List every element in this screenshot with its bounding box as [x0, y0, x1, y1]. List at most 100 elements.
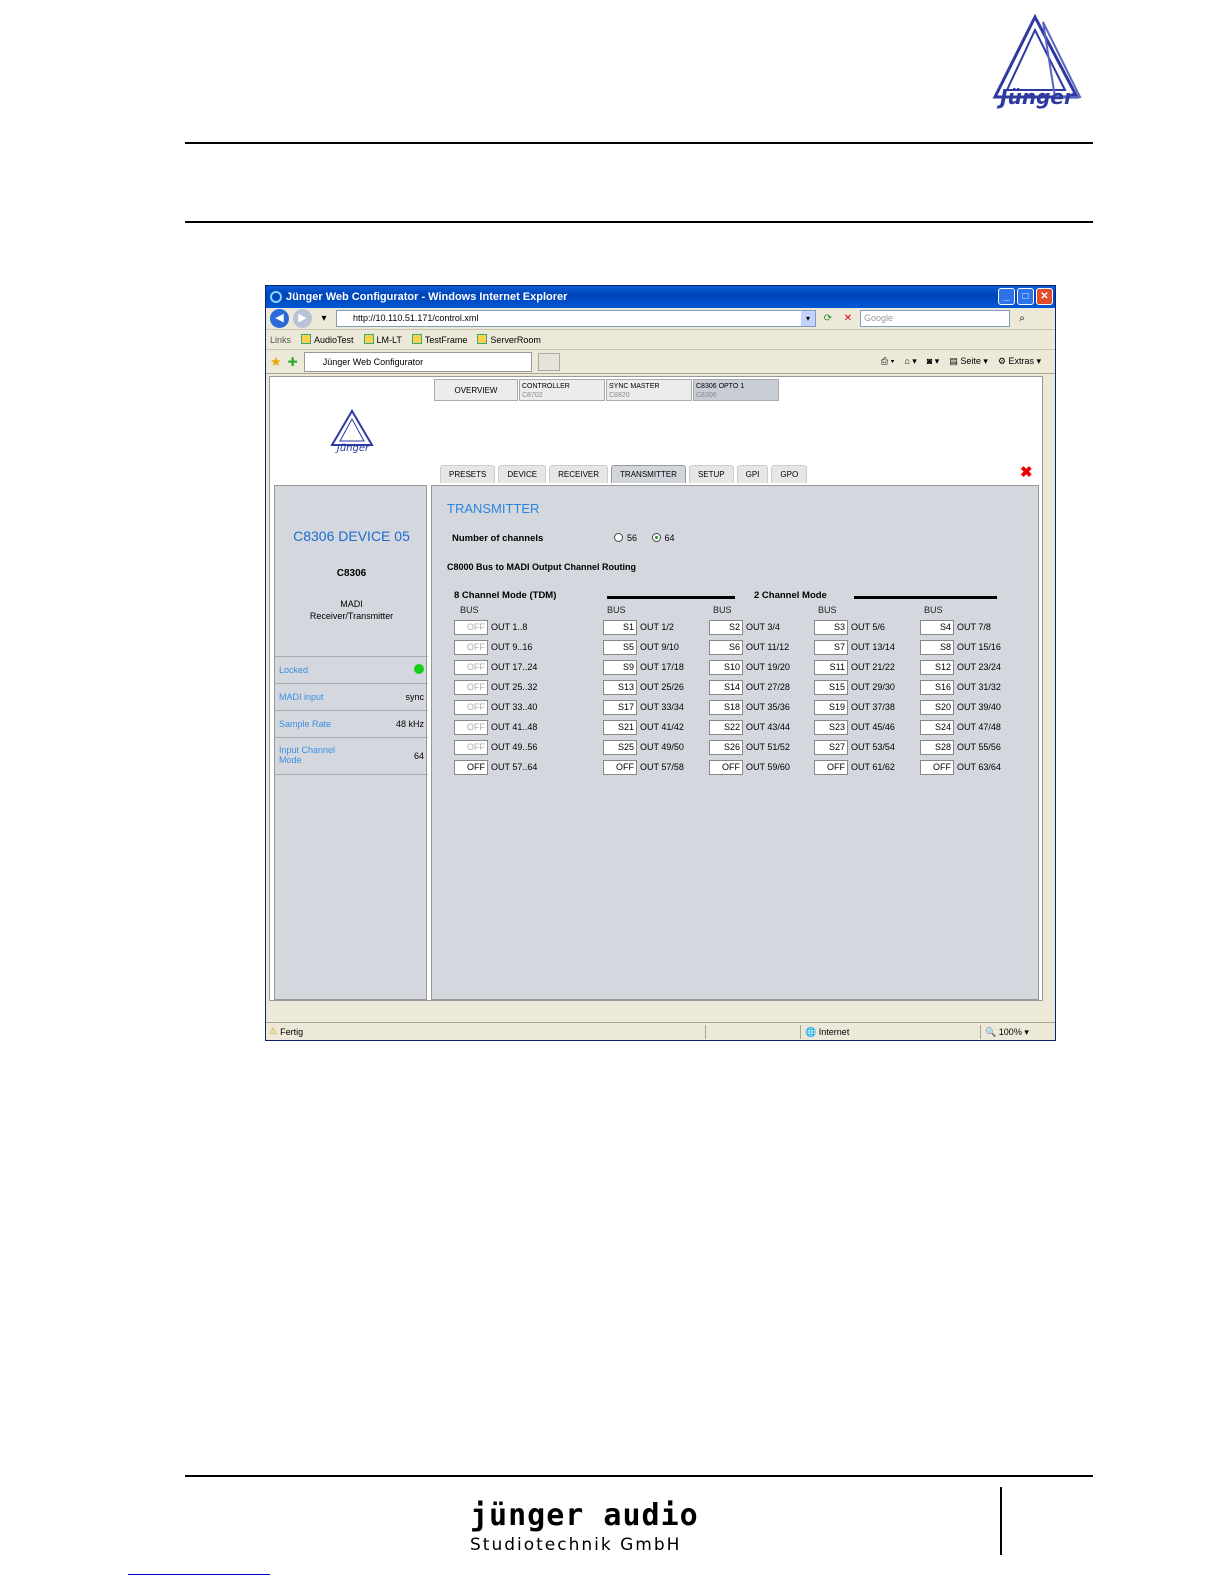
radio-56[interactable]: 56 [614, 533, 637, 543]
refresh-icon[interactable]: ⟳ [820, 311, 836, 327]
bus-select[interactable]: S17 [603, 700, 637, 715]
page-menu[interactable]: ▤ Seite ▾ [949, 356, 988, 367]
tab-gpi[interactable]: GPI [736, 465, 769, 483]
bus-select[interactable]: OFF [454, 660, 488, 675]
bus-select[interactable]: S1 [603, 620, 637, 635]
link-item[interactable]: TestFrame [411, 334, 467, 345]
new-tab-button[interactable] [537, 352, 560, 371]
bus-select[interactable]: S9 [603, 660, 637, 675]
minimize-button[interactable]: _ [998, 288, 1015, 305]
routing-cell: S22 OUT 43/44 [709, 720, 790, 735]
output-label: OUT 35/36 [746, 702, 790, 712]
output-label: OUT 59/60 [746, 762, 790, 772]
brand-line-1: jünger audio [470, 1498, 699, 1533]
bus-select[interactable]: S19 [814, 700, 848, 715]
bus-select[interactable]: S12 [920, 660, 954, 675]
bus-select[interactable]: OFF [454, 680, 488, 695]
favorites-star-icon[interactable]: ★ [270, 354, 282, 370]
back-button[interactable]: ◀ [270, 309, 289, 328]
bus-select[interactable]: S14 [709, 680, 743, 695]
link-item[interactable]: ServerRoom [477, 334, 541, 345]
bus-select[interactable]: S24 [920, 720, 954, 735]
bus-select[interactable]: S3 [814, 620, 848, 635]
bus-select[interactable]: S22 [709, 720, 743, 735]
device-tab-controller[interactable]: CONTROLLER C8702 [519, 379, 605, 401]
device-tab-c8306[interactable]: C8306 OPTO 1 C8306 [693, 379, 779, 401]
link-item[interactable]: AudioTest [301, 334, 354, 345]
bus-select[interactable]: S25 [603, 740, 637, 755]
bus-select[interactable]: S26 [709, 740, 743, 755]
routing-cell: S6 OUT 11/12 [709, 640, 789, 655]
tab-receiver[interactable]: RECEIVER [549, 465, 609, 483]
bus-select[interactable]: S11 [814, 660, 848, 675]
bus-select[interactable]: S7 [814, 640, 848, 655]
bus-select[interactable]: OFF [454, 640, 488, 655]
device-tab-overview[interactable]: OVERVIEW [434, 379, 518, 401]
bus-select[interactable]: OFF [454, 720, 488, 735]
page-icon [477, 334, 488, 344]
stop-icon[interactable]: ✕ [840, 311, 856, 327]
bus-select[interactable]: S13 [603, 680, 637, 695]
feeds-icon[interactable]: ◙ ▾ [927, 356, 939, 367]
bus-select[interactable]: S8 [920, 640, 954, 655]
radio-64[interactable]: 64 [651, 533, 675, 543]
output-label: OUT 47/48 [957, 722, 1001, 732]
bus-select[interactable]: OFF [454, 760, 488, 775]
bus-select[interactable]: OFF [709, 760, 743, 775]
bus-column-header: BUS [607, 605, 626, 615]
routing-cell: S17 OUT 33/34 [603, 700, 684, 715]
bus-select[interactable]: S16 [920, 680, 954, 695]
close-button[interactable]: ✕ [1036, 288, 1053, 305]
output-label: OUT 61/62 [851, 762, 895, 772]
bus-select[interactable]: S28 [920, 740, 954, 755]
num-channels-radios: 56 64 [614, 533, 675, 543]
tab-setup[interactable]: SETUP [688, 465, 734, 483]
bus-select[interactable]: OFF [454, 740, 488, 755]
bus-select[interactable]: S5 [603, 640, 637, 655]
zoom-level[interactable]: 🔍 100% ▾ [980, 1024, 1050, 1039]
output-label: OUT 49..56 [491, 742, 538, 752]
bus-select[interactable]: S20 [920, 700, 954, 715]
forward-button[interactable]: ▶ [293, 309, 312, 328]
bus-select[interactable]: S4 [920, 620, 954, 635]
routing-cell: OFF OUT 33..40 [454, 700, 537, 715]
tab-gpo[interactable]: GPO [771, 465, 808, 483]
tools-menu[interactable]: ⚙ Extras ▾ [998, 356, 1041, 367]
output-label: OUT 17/18 [640, 662, 684, 672]
routing-cell: S5 OUT 9/10 [603, 640, 679, 655]
bus-select[interactable]: S15 [814, 680, 848, 695]
tab-presets[interactable]: PRESETS [440, 465, 496, 483]
device-tab-sync-master[interactable]: SYNC MASTER C8820 [606, 379, 692, 401]
home-icon[interactable]: ⌂ ▾ [904, 356, 916, 367]
bus-select[interactable]: S23 [814, 720, 848, 735]
bus-select[interactable]: OFF [454, 700, 488, 715]
page-icon [411, 334, 422, 344]
add-favorites-icon[interactable]: ✚ [288, 355, 298, 369]
history-dropdown-icon[interactable]: ▾ [316, 311, 332, 327]
tab-device[interactable]: DEVICE [498, 465, 547, 483]
bus-select[interactable]: S2 [709, 620, 743, 635]
tab-transmitter[interactable]: TRANSMITTER [611, 465, 686, 483]
maximize-button[interactable]: □ [1017, 288, 1034, 305]
search-input[interactable]: Google [860, 310, 1010, 327]
link-item[interactable]: LM-LT [363, 334, 402, 345]
brand-line-2: Studiotechnik GmbH [470, 1535, 682, 1555]
close-icon[interactable]: ✖ [1020, 465, 1033, 481]
bus-select[interactable]: S27 [814, 740, 848, 755]
bus-select[interactable]: S18 [709, 700, 743, 715]
bus-select[interactable]: OFF [920, 760, 954, 775]
ie-icon [270, 291, 282, 303]
output-label: OUT 43/44 [746, 722, 790, 732]
routing-cell: S13 OUT 25/26 [603, 680, 684, 695]
browser-tab[interactable]: Jünger Web Configurator [303, 351, 532, 372]
url-dropdown-icon[interactable]: ▾ [801, 311, 815, 326]
print-icon[interactable]: ⎙ ▾ [881, 356, 894, 367]
bus-select[interactable]: OFF [454, 620, 488, 635]
bus-select[interactable]: S6 [709, 640, 743, 655]
url-input[interactable]: http://10.110.51.171/control.xml ▾ [336, 310, 816, 327]
bus-select[interactable]: OFF [814, 760, 848, 775]
bus-select[interactable]: S21 [603, 720, 637, 735]
bus-select[interactable]: OFF [603, 760, 637, 775]
bus-select[interactable]: S10 [709, 660, 743, 675]
search-icon[interactable]: ⌕ [1014, 311, 1030, 327]
